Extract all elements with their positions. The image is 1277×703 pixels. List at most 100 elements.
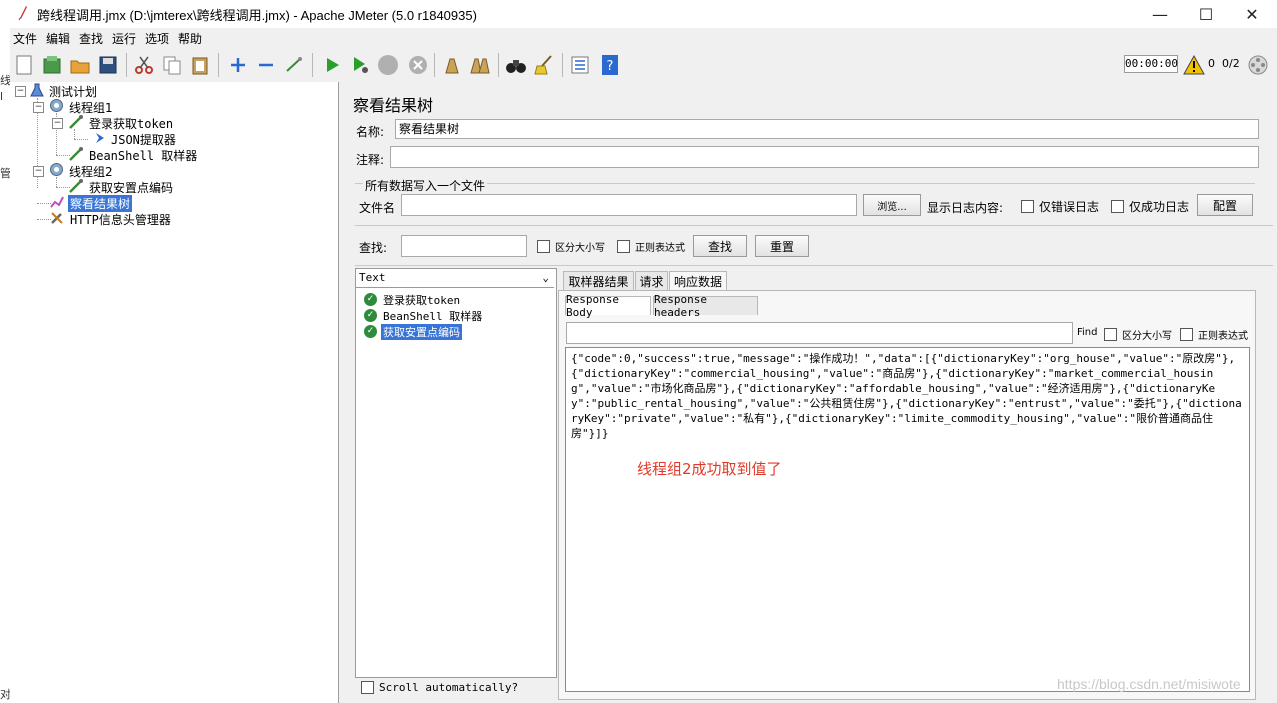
start-no-pause-icon[interactable]	[348, 53, 372, 77]
active-threads: 0/2	[1222, 57, 1240, 70]
tree-item-http-header-manager[interactable]: HTTP信息头管理器	[49, 211, 173, 227]
clear-icon[interactable]	[440, 53, 464, 77]
collapse-toggle[interactable]: −	[33, 166, 44, 177]
start-icon[interactable]	[320, 53, 344, 77]
success-only-checkbox[interactable]: 仅成功日志	[1111, 198, 1189, 215]
sample-results-list: Text ⌄ ✓ 登录获取token ✓ BeanShell 取样器 ✓ 获取安…	[355, 268, 557, 678]
tab-response-data[interactable]: 响应数据	[669, 271, 727, 291]
find-regex-checkbox[interactable]: 正则表达式	[1180, 327, 1248, 342]
tree-item-label: 测试计划	[49, 84, 98, 99]
menu-options[interactable]: 选项	[145, 30, 169, 47]
close-button[interactable]: ✕	[1229, 0, 1275, 28]
divider	[355, 225, 1273, 226]
annotation-text: 线程组2成功取到值了	[637, 460, 782, 478]
clear-all-icon[interactable]	[468, 53, 492, 77]
toolbar-separator	[562, 53, 563, 77]
open-icon[interactable]	[68, 53, 92, 77]
stop-icon[interactable]	[376, 53, 400, 77]
comment-input[interactable]	[390, 146, 1259, 168]
tab-sampler-result[interactable]: 取样器结果	[563, 271, 634, 291]
remote-status-icon	[1246, 53, 1270, 77]
browse-button[interactable]: 浏览...	[863, 194, 921, 216]
new-file-icon[interactable]	[12, 53, 36, 77]
find-case-sensitive-label: 区分大小写	[1122, 331, 1172, 342]
warning-icon[interactable]	[1182, 53, 1206, 77]
divider	[355, 265, 1273, 266]
tree-item-label: 登录获取token	[89, 116, 174, 131]
tree-item-beanshell-sampler[interactable]: BeanShell 取样器	[68, 146, 199, 163]
toolbar-separator	[312, 53, 313, 77]
toolbar-separator	[434, 53, 435, 77]
templates-icon[interactable]	[40, 53, 64, 77]
panel-splitter[interactable]	[339, 82, 351, 703]
tree-item-label: 获取安置点编码	[89, 180, 174, 195]
help-icon[interactable]: ?	[598, 53, 622, 77]
result-item-label: 登录获取token	[383, 293, 461, 307]
binoculars-icon[interactable]	[504, 53, 528, 77]
collapse-icon[interactable]	[254, 53, 278, 77]
shutdown-icon[interactable]	[406, 53, 430, 77]
name-label: 名称:	[356, 125, 385, 139]
expand-icon[interactable]	[226, 53, 250, 77]
tab-request[interactable]: 请求	[635, 271, 668, 291]
scroll-automatically-label: Scroll automatically?	[379, 681, 519, 694]
find-input[interactable]	[566, 322, 1073, 344]
maximize-button[interactable]: ☐	[1183, 0, 1229, 28]
menu-help[interactable]: 帮助	[178, 30, 202, 47]
collapse-toggle[interactable]: −	[33, 102, 44, 113]
jmeter-feather-icon	[16, 5, 30, 21]
cut-icon[interactable]	[132, 53, 156, 77]
paste-icon[interactable]	[188, 53, 212, 77]
panel-title: 察看结果树	[353, 96, 434, 115]
result-item-login-token[interactable]: ✓ 登录获取token	[364, 292, 462, 307]
chevron-down-icon: ⌄	[542, 271, 549, 284]
tree-connector	[74, 139, 88, 140]
filename-input[interactable]	[401, 194, 857, 216]
tree-item-test-plan[interactable]: 测试计划	[30, 83, 99, 99]
response-body-text[interactable]: {"code":0,"success":true,"message":"操作成功…	[565, 347, 1250, 692]
configure-button[interactable]: 配置	[1197, 194, 1253, 216]
subtab-response-headers[interactable]: Response headers	[653, 293, 758, 319]
menu-edit[interactable]: 编辑	[46, 30, 70, 47]
menu-run[interactable]: 运行	[112, 30, 136, 47]
gear-icon	[49, 98, 64, 116]
comment-label: 注释:	[356, 153, 385, 167]
search-button[interactable]: 查找	[693, 235, 747, 257]
menu-file[interactable]: 文件	[13, 30, 37, 47]
collapse-toggle[interactable]: −	[15, 86, 26, 97]
result-item-placement-code[interactable]: ✓ 获取安置点编码	[364, 323, 462, 340]
function-helper-icon[interactable]	[568, 53, 592, 77]
regex-checkbox[interactable]: 正则表达式	[617, 239, 685, 254]
errors-only-label: 仅错误日志	[1039, 200, 1100, 214]
toolbar-separator	[218, 53, 219, 77]
errors-only-checkbox[interactable]: 仅错误日志	[1021, 198, 1099, 215]
find-case-sensitive-checkbox[interactable]: 区分大小写	[1104, 327, 1172, 342]
title-bar: 跨线程调用.jmx (D:\jmterex\跨线程调用.jmx) - Apach…	[10, 0, 1277, 28]
success-check-icon: ✓	[364, 293, 377, 306]
tree-item-get-placement-code[interactable]: 获取安置点编码	[68, 178, 175, 195]
tree-item-json-extractor[interactable]: JSON提取器	[94, 131, 178, 147]
case-sensitive-checkbox[interactable]: 区分大小写	[537, 239, 605, 254]
success-only-label: 仅成功日志	[1129, 200, 1190, 214]
result-item-beanshell[interactable]: ✓ BeanShell 取样器	[364, 308, 484, 323]
tree-item-login-token[interactable]: 登录获取token	[68, 114, 175, 131]
wrench-icon	[49, 210, 65, 229]
broom-icon[interactable]	[532, 53, 556, 77]
renderer-select-value: Text	[359, 271, 386, 284]
collapse-toggle[interactable]: −	[52, 118, 63, 129]
toggle-icon[interactable]	[282, 53, 306, 77]
write-all-label: 所有数据写入一个文件	[363, 177, 488, 194]
watermark: https://blog.csdn.net/misiwote	[1057, 676, 1241, 692]
name-input[interactable]: 察看结果树	[395, 119, 1259, 139]
result-item-label: BeanShell 取样器	[383, 309, 483, 323]
minimize-button[interactable]: —	[1137, 0, 1183, 28]
subtab-response-body[interactable]: Response Body	[565, 293, 651, 319]
flask-icon	[30, 83, 44, 100]
reset-button[interactable]: 重置	[755, 235, 809, 257]
save-icon[interactable]	[96, 53, 120, 77]
renderer-select[interactable]: Text ⌄	[356, 269, 554, 288]
scroll-automatically-checkbox[interactable]: Scroll automatically?	[361, 681, 518, 694]
copy-icon[interactable]	[160, 53, 184, 77]
search-input[interactable]	[401, 235, 527, 257]
menu-search[interactable]: 查找	[79, 30, 103, 47]
